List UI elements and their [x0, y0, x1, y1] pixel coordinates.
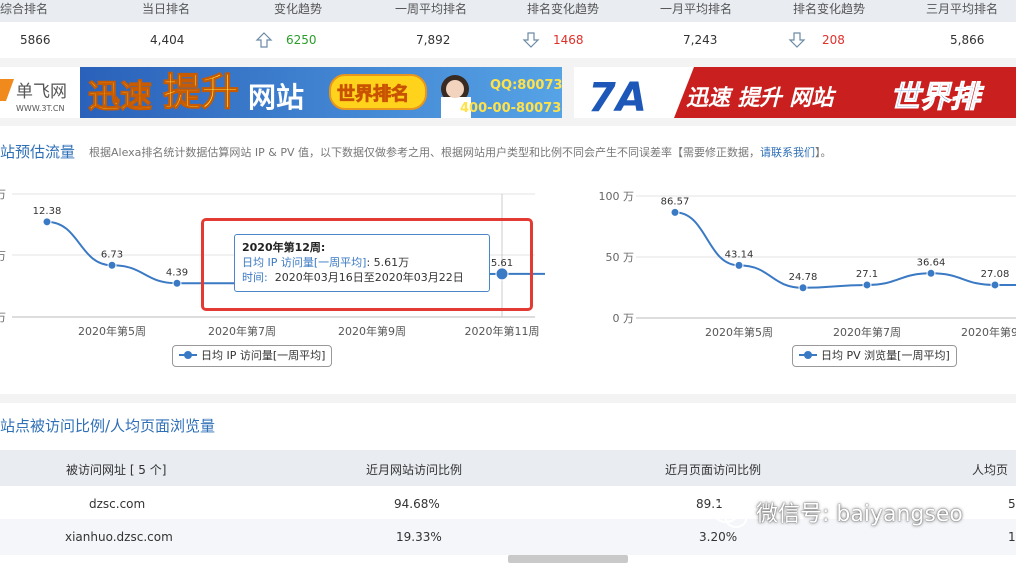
banner-slogan-1: 迅速: [88, 77, 152, 115]
legend-line-icon: [179, 351, 197, 359]
trend-down-icon: [788, 32, 806, 48]
data-label: 27.1: [856, 269, 878, 280]
banner-slogan-2: 提升: [163, 70, 239, 114]
legend-line-icon: [799, 351, 817, 359]
alexa-rank-page: 综合排名 当日排名 变化趋势 一周平均排名 排名变化趋势 一月平均排名 排名变化…: [0, 0, 1016, 563]
x-tick-label: 2020年第5周: [705, 325, 773, 339]
data-point: [862, 280, 872, 290]
data-label: 86.57: [661, 196, 690, 207]
trend-up-icon: [255, 32, 273, 48]
watermark-text: 微信号: baiyangseo: [756, 502, 963, 527]
traffic-description-text: 根据Alexa排名统计数据估算网站 IP & PV 值，以下数据仅做参考之用、根…: [89, 146, 761, 159]
banner-badge: 世界排名: [337, 83, 409, 105]
row-per-user: 1: [1008, 530, 1016, 544]
traffic-section-title: 站预估流量: [0, 143, 76, 161]
visit-section-title: 站点被访问比例/人均页面浏览量: [0, 417, 216, 435]
row-site-ratio: 94.68%: [394, 497, 440, 511]
banner-7a-slogan-2: 世界排: [890, 80, 985, 115]
visit-table-header: 被访问网址 [ 5 个] 近月网站访问比例 近月页面访问比例 人均页: [0, 450, 1016, 486]
data-label: 36.64: [917, 257, 946, 268]
data-label: 24.78: [789, 272, 818, 283]
ip-chart-legend[interactable]: 日均 IP 访问量[一周平均]: [172, 345, 333, 367]
header-per-user-pageviews: 人均页: [972, 463, 1009, 477]
x-tick-label: 2020年第7周: [208, 324, 276, 338]
header-three-month-avg: 三月平均排名: [926, 2, 999, 16]
trend-down-icon: [522, 32, 540, 48]
row-url[interactable]: xianhuo.dzsc.com: [65, 530, 173, 544]
wechat-icon: [713, 501, 747, 528]
data-point: [42, 217, 52, 227]
overall-rank-value: 5866: [20, 33, 51, 47]
data-point: [926, 268, 936, 278]
ad-banner-3t[interactable]: 单飞网 WWW.3T.CN 迅速 提升 网站 世界排名 QQ:80073 400…: [0, 67, 562, 118]
row-site-ratio: 19.33%: [396, 530, 442, 544]
data-point: [734, 260, 744, 270]
rank-table-header: 综合排名 当日排名 变化趋势 一周平均排名 排名变化趋势 一月平均排名 排名变化…: [0, 0, 1016, 22]
pv-views-chart: 100 万 50 万 0 万 2020年第5周 2020年第7周 2020年第9周 86.5…: [599, 190, 1016, 339]
header-week-avg: 一周平均排名: [395, 2, 468, 16]
data-label: 4.39: [166, 267, 188, 278]
pv-legend-label: 日均 PV 浏览量[一周平均]: [821, 349, 950, 362]
banner-logo-url: WWW.3T.CN: [16, 104, 65, 113]
data-label: 27.08: [981, 269, 1010, 280]
contact-us-link[interactable]: 请联系我们: [760, 146, 815, 159]
header-daily-rank: 当日排名: [142, 2, 191, 16]
x-tick-label: 2020年第5周: [78, 324, 146, 338]
banner-logo-text: 单飞网: [16, 82, 67, 102]
data-point: [990, 280, 1000, 290]
header-page-visit-ratio: 近月页面访问比例: [665, 463, 762, 477]
banner-qq: QQ:80073: [490, 78, 562, 93]
traffic-description-end: 】。: [815, 146, 832, 159]
highlight-annotation-box: [201, 218, 533, 311]
x-tick-label: 2020年第9周: [961, 325, 1016, 339]
x-tick-label: 2020年第9周: [338, 324, 406, 338]
data-point: [107, 260, 117, 270]
x-tick-label: 2020年第11周: [465, 324, 540, 338]
three-month-avg-value: 5,866: [950, 33, 985, 47]
ad-banner-7a[interactable]: 7A 迅速 提升 网站 世界排: [574, 67, 1016, 118]
month-trend-value: 208: [822, 33, 845, 47]
header-month-trend: 排名变化趋势: [793, 2, 866, 16]
y-tick-label: 100 万: [599, 190, 635, 203]
y-tick-label: 万: [0, 311, 6, 324]
y-tick-label: 50 万: [606, 251, 635, 264]
y-tick-label: 万: [0, 250, 6, 263]
header-visited-url: 被访问网址 [ 5 个]: [66, 463, 167, 477]
ad-banner-3t-graphic: 单飞网 WWW.3T.CN 迅速 提升 网站 世界排名 QQ:80073 400…: [0, 67, 562, 118]
daily-rank-value: 4,404: [150, 33, 185, 47]
daily-trend-value: 6250: [286, 33, 317, 47]
header-month-avg: 一月平均排名: [660, 2, 733, 16]
banner-7a-slogan: 迅速 提升 网站: [686, 86, 837, 111]
rank-table-values: 5866 4,404 6250 7,892 1468 7,243 208 5,8…: [0, 22, 1016, 58]
week-avg-value: 7,892: [416, 33, 451, 47]
traffic-section-description: 根据Alexa排名统计数据估算网站 IP & PV 值，以下数据仅做参考之用、根…: [89, 144, 832, 160]
data-point: [172, 278, 182, 288]
data-label: 6.73: [101, 249, 123, 260]
horizontal-scrollbar[interactable]: [508, 555, 628, 563]
banner-phone: 400-00-80073: [460, 101, 561, 116]
week-trend-value: 1468: [553, 33, 584, 47]
banner-slogan-3: 网站: [248, 81, 304, 114]
row-url[interactable]: dzsc.com: [89, 497, 145, 511]
data-point: [670, 207, 680, 217]
header-overall-rank: 综合排名: [0, 2, 49, 16]
data-label: 12.38: [33, 206, 62, 217]
header-site-visit-ratio: 近月网站访问比例: [366, 463, 463, 477]
month-avg-value: 7,243: [683, 33, 718, 47]
header-week-trend: 排名变化趋势: [527, 2, 600, 16]
data-point: [798, 283, 808, 293]
data-label: 43.14: [725, 249, 754, 260]
wechat-watermark: 微信号: baiyangseo: [712, 496, 963, 536]
row-per-user: 5: [1008, 497, 1016, 511]
pv-chart-legend[interactable]: 日均 PV 浏览量[一周平均]: [792, 345, 957, 367]
ip-legend-label: 日均 IP 访问量[一周平均]: [201, 349, 326, 362]
banner-7a-logo: 7A: [588, 75, 647, 118]
x-tick-label: 2020年第7周: [833, 325, 901, 339]
ad-banner-7a-graphic: 7A 迅速 提升 网站 世界排: [574, 67, 1016, 118]
y-tick-label: 万: [0, 188, 6, 201]
y-tick-label: 0 万: [613, 312, 635, 325]
header-daily-trend: 变化趋势: [274, 2, 323, 16]
